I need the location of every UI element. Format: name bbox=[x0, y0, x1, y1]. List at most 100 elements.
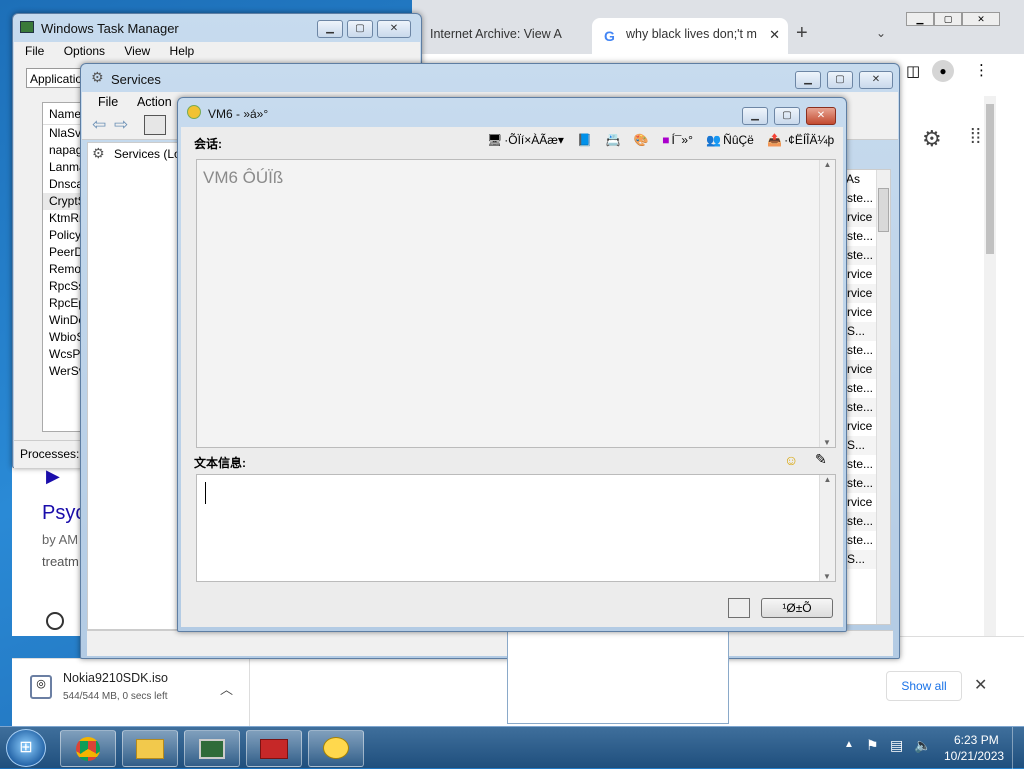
action-center-icon[interactable]: ⚑ bbox=[866, 737, 879, 754]
minimize-button[interactable]: ▁ bbox=[795, 71, 821, 89]
message-input[interactable]: ▲ ▼ bbox=[196, 474, 836, 582]
send-file-icon[interactable]: 📤 bbox=[767, 133, 782, 147]
invite-button[interactable]: ÑûÇë bbox=[723, 133, 754, 147]
folder-icon bbox=[136, 739, 164, 759]
toolbox-icon bbox=[260, 739, 288, 759]
menu-help[interactable]: Help bbox=[170, 44, 195, 58]
download-filename: Nokia9210SDK.iso bbox=[63, 671, 168, 685]
page-text: treatm bbox=[42, 554, 79, 569]
tab-applications[interactable]: Applicatio bbox=[26, 68, 84, 88]
apps-grid-icon[interactable]: ⁞⁞ bbox=[970, 126, 981, 149]
back-arrow-icon[interactable]: ⇦ bbox=[92, 115, 106, 135]
background-button[interactable] bbox=[728, 598, 750, 618]
minimize-button[interactable]: ▁ bbox=[742, 107, 768, 125]
video-icon[interactable]: ■ bbox=[662, 133, 669, 147]
invite-icon[interactable]: 👥 bbox=[706, 133, 721, 147]
text-cursor bbox=[205, 482, 206, 504]
close-button[interactable]: ✕ bbox=[377, 20, 411, 38]
close-icon[interactable]: ✕ bbox=[974, 675, 987, 695]
network-icon[interactable]: ▤ bbox=[890, 737, 903, 754]
menu-bar: File Options View Help bbox=[14, 42, 420, 60]
services-gear-icon: ⚙ bbox=[91, 69, 104, 85]
services-statusbar bbox=[87, 630, 893, 656]
menu-view[interactable]: View bbox=[124, 44, 150, 58]
conversation-area[interactable]: VM6 ÔÚÏß ▲ ▼ bbox=[196, 159, 836, 448]
chrome-icon bbox=[76, 737, 100, 761]
desktop-share-icon[interactable]: 🖥 bbox=[487, 133, 502, 147]
menu-action[interactable]: Action bbox=[137, 95, 172, 109]
contact-card-icon[interactable]: 📇 bbox=[606, 133, 621, 147]
taskbar-chrome[interactable] bbox=[60, 730, 116, 767]
menu-file[interactable]: File bbox=[25, 44, 44, 58]
menu-options[interactable]: Options bbox=[64, 44, 105, 58]
console-tree-icon[interactable] bbox=[144, 115, 166, 135]
caption-buttons: ▁ ▢ ✕ bbox=[317, 20, 417, 38]
taskbar-toolbox[interactable] bbox=[246, 730, 302, 767]
chevron-up-icon[interactable]: ︿ bbox=[220, 679, 233, 698]
font-edit-icon[interactable]: ✎ bbox=[815, 451, 827, 468]
scroll-down-arrow[interactable]: ▼ bbox=[820, 572, 834, 581]
scroll-up-arrow[interactable]: ▲ bbox=[820, 475, 835, 484]
minimize-button[interactable]: ▁ bbox=[317, 20, 343, 38]
scroll-thumb[interactable] bbox=[878, 188, 889, 232]
maximize-button[interactable]: ▢ bbox=[827, 71, 853, 89]
clock-time[interactable]: 6:23 PM bbox=[954, 733, 999, 747]
download-item[interactable]: ◎ Nokia9210SDK.iso 544/544 MB, 0 secs le… bbox=[12, 659, 250, 727]
session-label: 会话: bbox=[194, 137, 222, 151]
vertical-scrollbar[interactable]: ▲ ▼ bbox=[819, 475, 835, 581]
tray-expand-icon[interactable]: ▲ bbox=[844, 739, 854, 750]
page-title[interactable]: Psyc bbox=[42, 502, 85, 525]
scroll-track[interactable] bbox=[984, 96, 996, 636]
emoji-icon[interactable]: ☺ bbox=[784, 452, 798, 468]
file-icon: ◎ bbox=[30, 675, 52, 699]
start-button[interactable]: ⊞ bbox=[6, 729, 46, 767]
chevron-right-icon: ▶ bbox=[46, 466, 60, 486]
maximize-button[interactable]: ▢ bbox=[347, 20, 373, 38]
chevron-down-icon[interactable]: ⌄ bbox=[876, 26, 886, 40]
remote-desktop-button[interactable]: ·ÕÏí×ÀÃæ▾ bbox=[504, 133, 564, 147]
close-icon[interactable]: ✕ bbox=[769, 27, 780, 43]
chrome-tab[interactable]: Internet Archive: View A bbox=[420, 18, 590, 54]
vertical-scrollbar[interactable] bbox=[876, 170, 890, 624]
scroll-up-arrow[interactable]: ▲ bbox=[820, 160, 835, 169]
notebook-icon[interactable]: 📘 bbox=[577, 133, 592, 147]
taskbar-task-manager[interactable] bbox=[184, 730, 240, 767]
services-list-pane: As ste... rvice ste... ste... rvice rvice rvic… bbox=[843, 169, 891, 625]
show-desktop-button[interactable] bbox=[1012, 727, 1024, 769]
forward-arrow-icon[interactable]: ⇨ bbox=[114, 115, 128, 135]
scroll-thumb[interactable] bbox=[986, 104, 994, 254]
taskbar-explorer[interactable] bbox=[122, 730, 178, 767]
chat-window: VM6 - »á»° ▁ ▢ ✕ 会话: 🖥 ·ÕÏí×ÀÃæ▾ 📘 📇 🎨 ■ Í… bbox=[177, 97, 847, 632]
tab-title: why black lives don;'t m bbox=[626, 27, 757, 41]
palette-icon[interactable]: 🎨 bbox=[634, 133, 649, 147]
site-icon[interactable] bbox=[46, 612, 64, 630]
video-call-button[interactable]: Í¯»° bbox=[671, 133, 692, 147]
volume-icon[interactable]: 🔈 bbox=[914, 737, 931, 754]
vertical-scrollbar[interactable]: ▲ ▼ bbox=[819, 160, 835, 447]
maximize-button[interactable]: ▢ bbox=[934, 12, 962, 26]
menu-icon[interactable]: ⋮ bbox=[974, 61, 989, 79]
window-title: VM6 - »á»° bbox=[208, 107, 269, 121]
sidepanel-icon[interactable]: ◫ bbox=[906, 62, 920, 80]
close-button[interactable]: ✕ bbox=[962, 12, 1000, 26]
caption-buttons: ▁ ▢ ✕ bbox=[795, 71, 895, 89]
close-button[interactable]: ✕ bbox=[806, 107, 836, 125]
taskbar-chat[interactable] bbox=[308, 730, 364, 767]
menu-file[interactable]: File bbox=[98, 95, 118, 109]
google-icon: G bbox=[604, 28, 615, 44]
tree-item-services[interactable]: Services (Lo bbox=[114, 147, 181, 161]
profile-icon[interactable]: ● bbox=[932, 60, 954, 82]
close-chat-button[interactable]: ¹Ø±Õ bbox=[761, 598, 833, 618]
chrome-tab-active[interactable]: G why black lives don;'t m ✕ bbox=[592, 18, 788, 54]
close-button[interactable]: ✕ bbox=[859, 71, 893, 89]
clock-date[interactable]: 10/21/2023 bbox=[944, 749, 1004, 763]
gear-icon[interactable]: ⚙ bbox=[922, 126, 942, 152]
services-gear-icon: ⚙ bbox=[92, 145, 105, 161]
show-all-button[interactable]: Show all bbox=[886, 671, 962, 701]
scroll-down-arrow[interactable]: ▼ bbox=[820, 438, 834, 447]
send-file-button[interactable]: ·¢ËÍÎÄ¼þ bbox=[784, 133, 834, 147]
maximize-button[interactable]: ▢ bbox=[774, 107, 800, 125]
minimize-button[interactable]: ▁ bbox=[906, 12, 934, 26]
new-tab-button[interactable]: + bbox=[796, 22, 808, 45]
user-icon bbox=[187, 105, 201, 119]
